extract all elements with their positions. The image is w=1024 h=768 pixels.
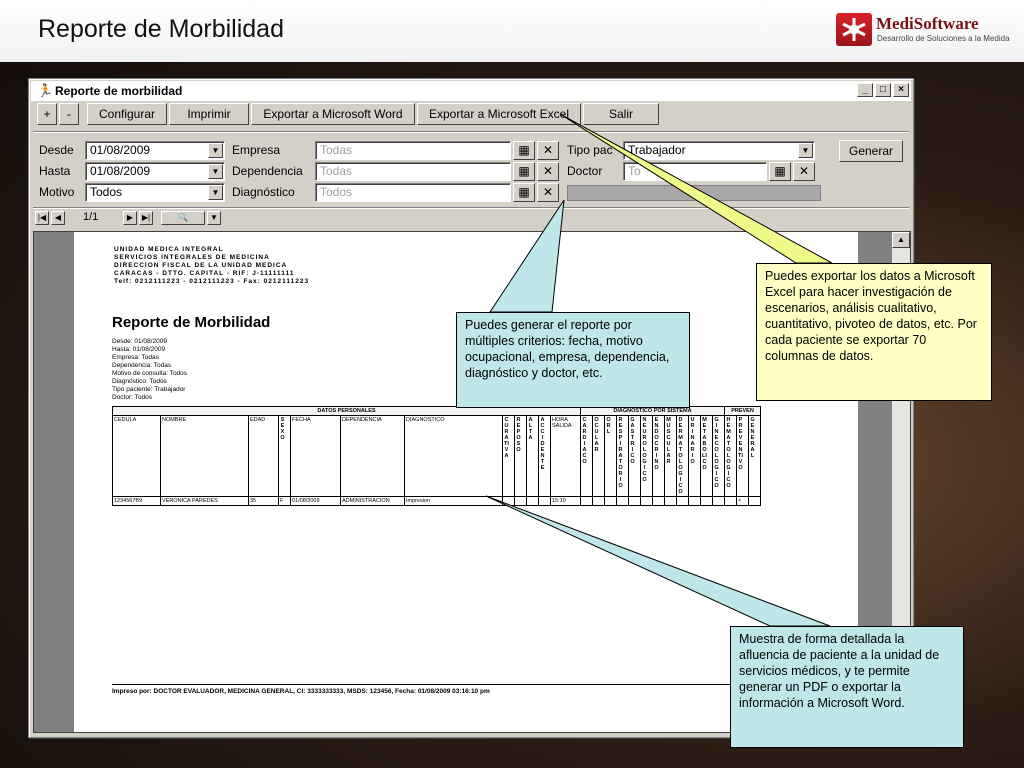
filters-callout-pointer [489, 199, 565, 313]
excel-callout-pointer [559, 113, 833, 264]
filters-callout: Puedes generar el reporte por múltiples … [456, 312, 690, 408]
detail-callout-pointer [485, 495, 831, 627]
detail-callout: Muestra de forma detallada la afluencia … [730, 626, 964, 748]
excel-callout: Puedes exportar los datos a Microsoft Ex… [756, 263, 992, 401]
